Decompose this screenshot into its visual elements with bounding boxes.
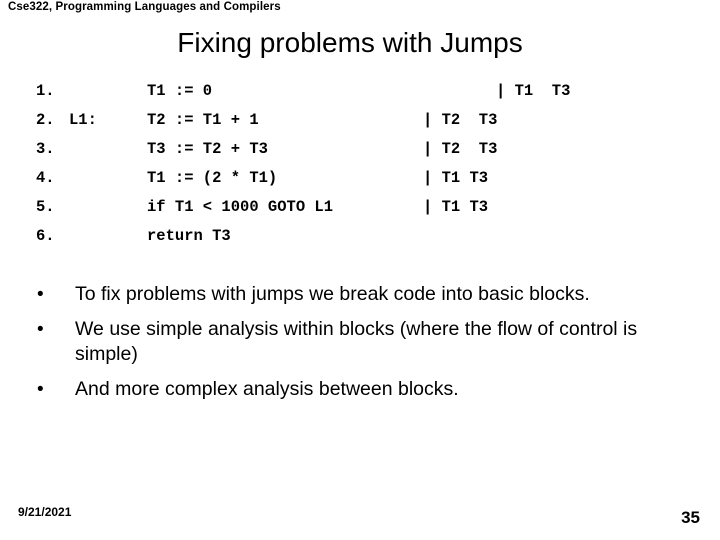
code-line-annotation: | T2 T3 [423, 111, 498, 129]
code-row: 6. return T3 [0, 222, 720, 251]
code-line-number: 3. [36, 140, 55, 158]
footer-page-number: 35 [681, 508, 700, 527]
code-line-number: 5. [36, 198, 55, 216]
code-line-annotation: | T1 T3 [496, 82, 571, 100]
code-line-text: T2 := T1 + 1 [147, 111, 259, 129]
code-line-number: 4. [36, 169, 55, 187]
bullet-text: To fix problems with jumps we break code… [75, 283, 590, 305]
list-item: • To fix problems with jumps we break cod… [0, 282, 720, 307]
code-row: 1. T1 := 0 | T1 T3 [0, 77, 720, 106]
code-row: 2. L1: T2 := T1 + 1 | T2 T3 [0, 106, 720, 135]
list-item: • And more complex analysis between block… [0, 377, 720, 402]
code-row: 3. T3 := T2 + T3 | T2 T3 [0, 135, 720, 164]
code-line-text: T1 := (2 * T1) [147, 169, 278, 187]
bullet-text: And more complex analysis between blocks… [75, 378, 459, 400]
bullet-icon: • [37, 319, 44, 340]
slide: Cse322, Programming Languages and Compil… [0, 0, 720, 540]
code-line-number: 6. [36, 227, 55, 245]
bullet-text: We use simple analysis within blocks (wh… [75, 318, 638, 365]
list-item: • We use simple analysis within blocks (w… [0, 317, 720, 367]
code-line-annotation: | T1 T3 [423, 198, 489, 216]
bullet-icon: • [37, 379, 44, 400]
footer-date: 9/21/2021 [18, 505, 72, 519]
page-title: Fixing problems with Jumps [177, 27, 523, 58]
code-row: 4. T1 := (2 * T1) | T1 T3 [0, 164, 720, 193]
code-listing: 1. T1 := 0 | T1 T3 2. L1: T2 := T1 + 1 | T2 T3… [0, 77, 720, 251]
code-line-number: 2. [36, 111, 55, 129]
code-line-label: L1: [69, 111, 97, 129]
code-row: 5. if T1 < 1000 GOTO L1 | T1 T3 [0, 193, 720, 222]
code-line-annotation: | T2 T3 [423, 140, 498, 158]
code-line-text: T3 := T2 + T3 [147, 140, 268, 158]
code-line-text: if T1 < 1000 GOTO L1 [147, 198, 334, 216]
bullet-icon: • [37, 284, 44, 305]
code-line-text: T1 := 0 [147, 82, 213, 100]
code-line-text: return T3 [147, 227, 231, 245]
code-line-annotation: | T1 T3 [423, 169, 489, 187]
code-line-number: 1. [36, 82, 55, 100]
bullet-list: • To fix problems with jumps we break cod… [0, 282, 720, 412]
course-header: Cse322, Programming Languages and Compil… [8, 1, 281, 13]
